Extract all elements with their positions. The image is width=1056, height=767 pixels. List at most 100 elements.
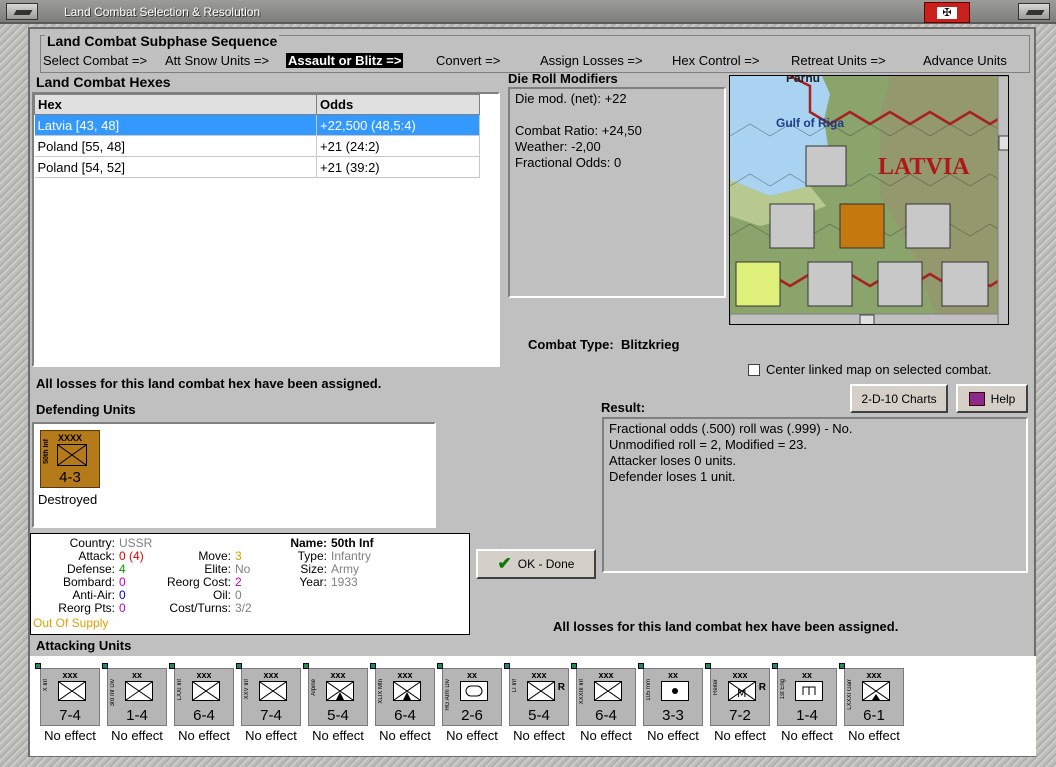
svg-text:M: M <box>737 687 747 700</box>
unit-name: HG Arm Div <box>445 679 451 711</box>
charts-button[interactable]: 2-D-10 Charts <box>850 384 948 413</box>
attacking-list: xxx X Inf 7-4 No effect xx 3rd Inf Div 1-4 No e… <box>30 656 1036 756</box>
unit-strength: 6-1 <box>863 707 885 724</box>
status-dot <box>638 663 644 669</box>
attacking-unit-counter[interactable]: xxx XXXIII Inf 6-4 <box>571 663 636 726</box>
unit-symbol-icon <box>326 681 354 701</box>
supply-status: Out Of Supply <box>33 616 109 630</box>
status-dot <box>35 663 41 669</box>
unit-strength: 7-4 <box>59 707 81 724</box>
attacking-unit-counter[interactable]: xxx XXV Inf 7-4 <box>236 663 301 726</box>
center-map-checkbox[interactable] <box>748 363 760 376</box>
unit-name: XXXIII Inf <box>579 679 585 705</box>
hex-row[interactable]: Poland [55, 48] +21 (24:2) <box>34 135 480 157</box>
modifier-line: Weather: -2,00 <box>515 139 601 154</box>
status-dot <box>303 663 309 669</box>
defending-unit-counter[interactable]: XXXX 50th Inf 4-3 <box>40 430 100 488</box>
result-heading: Result: <box>601 400 646 415</box>
status-dot <box>370 663 376 669</box>
status-dot <box>705 663 711 669</box>
hex-row[interactable]: Poland [54, 52] +21 (39:2) <box>34 156 480 178</box>
attacking-unit-status: No effect <box>379 728 431 743</box>
subphase-step[interactable]: Hex Control => <box>672 53 759 68</box>
unit-strength: 1-4 <box>796 707 818 724</box>
subphase-step[interactable]: Att Snow Units => <box>165 53 269 68</box>
linked-map[interactable]: Gulf of Riga LATVIA Parnu <box>729 75 1009 325</box>
defending-heading: Defending Units <box>36 402 136 417</box>
modifier-line: Fractional Odds: 0 <box>515 155 622 170</box>
attacking-unit-status: No effect <box>513 728 565 743</box>
attacking-heading: Attacking Units <box>36 638 132 653</box>
modifier-line: Combat Ratio: +24,50 <box>515 123 642 138</box>
hex-cell: Poland [55, 48] <box>34 135 317 157</box>
combat-type-label: Combat Type: <box>528 337 614 352</box>
subphase-step[interactable]: Select Combat => <box>43 53 147 68</box>
main-panel: Land Combat Subphase Sequence Select Com… <box>28 27 1036 757</box>
unit-details: Country: Attack: Defense: Bombard: Anti-Air:… <box>30 533 470 635</box>
attacking-unit-status: No effect <box>714 728 766 743</box>
attacking-unit-counter[interactable]: xx HG Arm Div 2-6 <box>437 663 502 726</box>
status-dot <box>437 663 443 669</box>
window-menu-button[interactable] <box>6 3 38 20</box>
modifiers-box: Die mod. (net): +22 Combat Ratio: +24,50… <box>508 87 726 298</box>
odds-cell: +21 (39:2) <box>316 156 480 178</box>
attacking-unit-counter[interactable]: xx 3rd Inf Div 1-4 <box>102 663 167 726</box>
ok-done-label: OK - Done <box>517 557 575 571</box>
subphase-step[interactable]: Retreat Units => <box>791 53 886 68</box>
result-line: Fractional odds (.500) roll was (.999) -… <box>609 421 853 436</box>
details-right-values: 50th Inf Infantry Army 1933 <box>331 536 374 589</box>
hex-row[interactable]: Latvia [43, 48] +22,500 (48,5:4) <box>34 114 480 136</box>
subphase-step[interactable]: Convert => <box>436 53 500 68</box>
hexes-heading: Land Combat Hexes <box>36 74 171 90</box>
subphase-step[interactable]: Assault or Blitz => <box>286 53 404 68</box>
unit-strength: 4-3 <box>59 469 81 486</box>
status-dot <box>169 663 175 669</box>
subphase-step[interactable]: Assign Losses => <box>540 53 643 68</box>
attacking-unit-counter[interactable]: xxx Alpine 5-4 <box>303 663 368 726</box>
unit-name: Alpine <box>311 679 317 696</box>
help-button[interactable]: Help <box>956 384 1028 413</box>
help-book-icon <box>968 391 985 406</box>
attacking-unit-counter[interactable]: xxx LXXXI Garr 6-1 <box>839 663 904 726</box>
ok-done-button[interactable]: ✔ OK - Done <box>476 549 596 579</box>
center-map-option[interactable]: Center linked map on selected combat. <box>748 362 991 377</box>
unit-symbol-icon <box>393 681 421 701</box>
unit-strength: 2-6 <box>461 707 483 724</box>
unit-name: X Inf <box>43 679 49 692</box>
status-dot <box>236 663 242 669</box>
subphase-heading: Land Combat Subphase Sequence <box>45 33 280 49</box>
attacking-unit-counter[interactable]: xxx LI Inf R 5-4 <box>504 663 569 726</box>
combat-type-value: Blitzkrieg <box>620 337 680 352</box>
attacking-unit-counter[interactable]: xx 105 mm 3-3 <box>638 663 703 726</box>
unit-name: 1st Eng <box>780 679 786 700</box>
title-bar: Land Combat Selection & Resolution ✠ <box>0 0 1056 24</box>
unit-flag: R <box>758 682 766 693</box>
attacking-unit-counter[interactable]: xxx LXXI Inf 6-4 <box>169 663 234 726</box>
unit-strength: 5-4 <box>528 707 550 724</box>
map-terrain <box>730 76 1008 324</box>
unit-strength: 5-4 <box>327 707 349 724</box>
attacking-unit-counter[interactable]: xx 1st Eng 1-4 <box>772 663 837 726</box>
unit-strength: 6-4 <box>193 707 215 724</box>
result-line: Unmodified roll = 2, Modified = 23. <box>609 437 807 452</box>
attacking-unit-status: No effect <box>580 728 632 743</box>
status-dot <box>102 663 108 669</box>
minimize-button[interactable] <box>1018 3 1050 20</box>
attacking-unit-counter[interactable]: xxx X Inf 7-4 <box>35 663 100 726</box>
modifier-line: Die mod. (net): +22 <box>515 91 627 106</box>
attacking-unit-status: No effect <box>647 728 699 743</box>
col-hex[interactable]: Hex <box>34 94 317 115</box>
attacking-unit-status: No effect <box>781 728 833 743</box>
map-label-top: Parnu <box>786 75 821 85</box>
unit-symbol-icon <box>125 681 153 701</box>
attacking-unit-status: No effect <box>111 728 163 743</box>
modifier-line <box>515 107 719 123</box>
attacking-unit-counter[interactable]: xxx Reiter M R 7-2 <box>705 663 770 726</box>
unit-name: 3rd Inf Div <box>110 679 116 707</box>
attacking-unit-counter[interactable]: xxx XLIX Mtn 6-4 <box>370 663 435 726</box>
unit-strength: 1-4 <box>126 707 148 724</box>
unit-name: XXV Inf <box>244 679 250 700</box>
losses-message-top: All losses for this land combat hex have… <box>36 376 382 391</box>
subphase-step[interactable]: Advance Units <box>923 53 1007 68</box>
col-odds[interactable]: Odds <box>316 94 480 115</box>
